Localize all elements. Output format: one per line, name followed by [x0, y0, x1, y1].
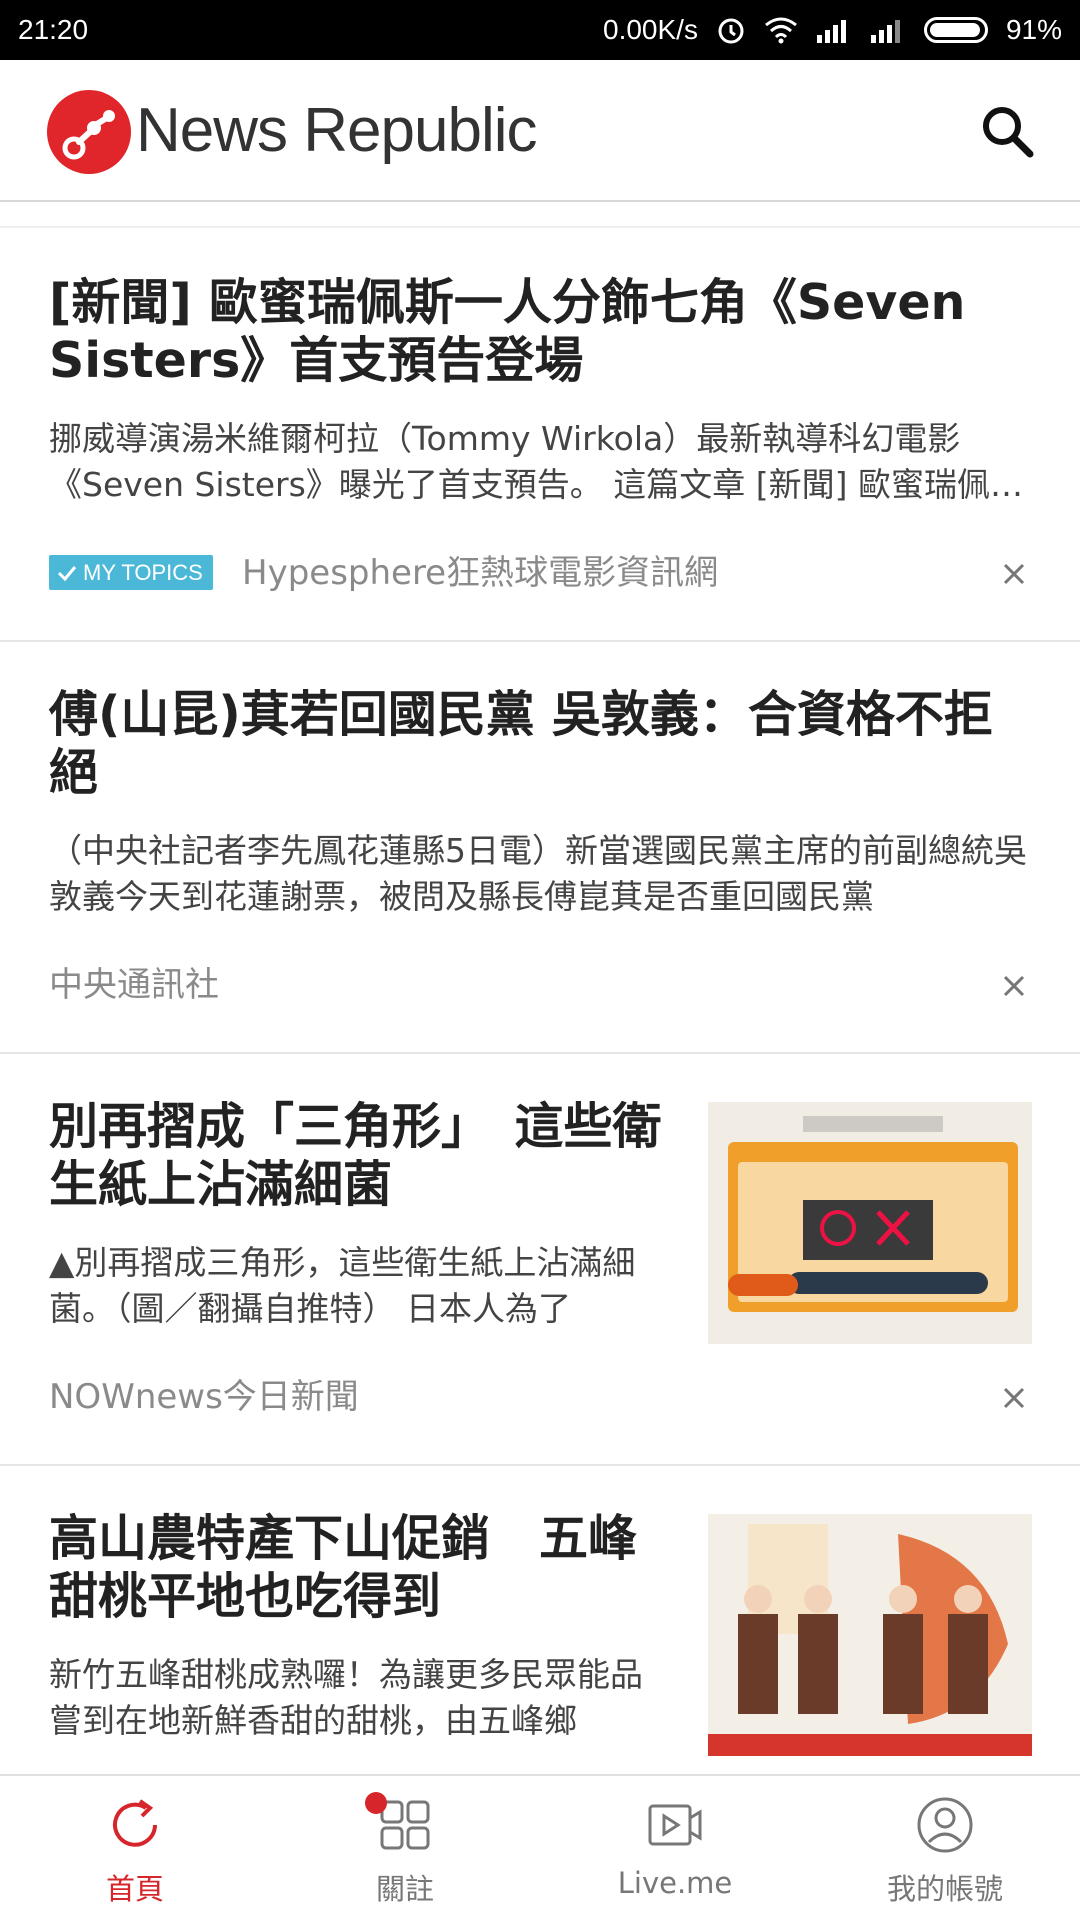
- nav-item-follow[interactable]: 關註: [270, 1776, 540, 1922]
- check-icon: [57, 565, 77, 581]
- status-bar: 21:20 0.00K/s 91%: [0, 0, 1080, 60]
- article-card[interactable]: 傅(山昆)萁若回國民黨 吳敦義：合資格不拒絕 （中央社記者李先鳳花蓮縣5日電）新…: [0, 642, 1080, 1054]
- wifi-icon: [764, 16, 798, 44]
- article-title[interactable]: [新聞] 歐蜜瑞佩斯一人分飾七角《Seven Sisters》首支預告登場: [49, 274, 1009, 390]
- article-thumbnail[interactable]: [708, 1102, 1032, 1344]
- article-source: Hypesphere狂熱球電影資訊網: [242, 553, 719, 593]
- nav-label: 關註: [375, 1872, 434, 1906]
- nav-item-liveme[interactable]: Live.me: [540, 1776, 810, 1922]
- article-title[interactable]: 別再摺成「三角形」 這些衛生紙上沾滿細菌: [49, 1098, 669, 1214]
- nav-label: 我的帳號: [886, 1872, 1003, 1906]
- article-title[interactable]: 高山農特產下山促銷 五峰甜桃平地也吃得到: [49, 1510, 669, 1626]
- app-bar: News Republic: [0, 60, 1080, 202]
- article-summary: ▲別再摺成三角形，這些衛生紙上沾滿細菌。（圖／翻攝自推特） 日本人為了: [49, 1243, 636, 1328]
- status-time: 21:20: [18, 14, 89, 45]
- article-summary: 挪威導演湯米維爾柯拉（Tommy Wirkola）最新執導科幻電影《Seven …: [49, 419, 1024, 504]
- close-icon: [1003, 563, 1025, 585]
- close-icon: [1003, 975, 1025, 997]
- my-topics-badge: MY TOPICS: [49, 555, 213, 590]
- nav-item-account[interactable]: 我的帳號: [810, 1776, 1080, 1922]
- feed-divider: [0, 226, 1080, 228]
- article-source: 中央通訊社: [49, 965, 219, 1005]
- alarm-icon: [716, 15, 746, 45]
- article-summary: （中央社記者李先鳳花蓮縣5日電）新當選國民黨主席的前副總統吳敦義今天到花蓮謝票，…: [49, 831, 1027, 916]
- user-icon: [917, 1797, 973, 1853]
- video-play-icon: [648, 1804, 702, 1846]
- article-card[interactable]: 別再摺成「三角形」 這些衛生紙上沾滿細菌 ▲別再摺成三角形，這些衛生紙上沾滿細菌…: [0, 1054, 1080, 1466]
- article-thumbnail[interactable]: [708, 1514, 1032, 1756]
- dismiss-button[interactable]: [1000, 972, 1028, 1000]
- nav-label: Live.me: [617, 1866, 733, 1900]
- article-card[interactable]: [新聞] 歐蜜瑞佩斯一人分飾七角《Seven Sisters》首支預告登場 挪威…: [0, 230, 1080, 642]
- close-icon: [1003, 1387, 1025, 1409]
- battery-level: 91%: [1005, 14, 1062, 45]
- app-logo-icon: [47, 90, 131, 174]
- article-card[interactable]: 高山農特產下山促銷 五峰甜桃平地也吃得到 新竹五峰甜桃成熟囉！為讓更多民眾能品嘗…: [0, 1466, 1080, 1774]
- signal-icon: [816, 17, 852, 43]
- notification-dot: [365, 1792, 387, 1814]
- search-icon: [983, 107, 1034, 158]
- article-title[interactable]: 傅(山昆)萁若回國民黨 吳敦義：合資格不拒絕: [49, 686, 1029, 802]
- dismiss-button[interactable]: [1000, 560, 1028, 588]
- nav-item-home[interactable]: 首頁: [0, 1776, 270, 1922]
- search-button[interactable]: [978, 102, 1038, 162]
- battery-icon: [923, 17, 988, 43]
- dismiss-button[interactable]: [1000, 1384, 1028, 1412]
- network-speed: 0.00K/s: [603, 14, 698, 45]
- article-source: NOWnews今日新聞: [49, 1377, 359, 1417]
- signal-icon-2: [870, 17, 906, 43]
- nav-label: 首頁: [105, 1872, 164, 1906]
- badge-label: MY TOPICS: [83, 560, 203, 585]
- refresh-icon: [113, 1799, 157, 1847]
- app-name: News Republic: [136, 96, 538, 165]
- bottom-navigation: 首頁 關註 Live.me 我的帳號: [0, 1774, 1080, 1920]
- article-summary: 新竹五峰甜桃成熟囉！為讓更多民眾能品嘗到在地新鮮香甜的甜桃，由五峰鄉: [49, 1655, 643, 1740]
